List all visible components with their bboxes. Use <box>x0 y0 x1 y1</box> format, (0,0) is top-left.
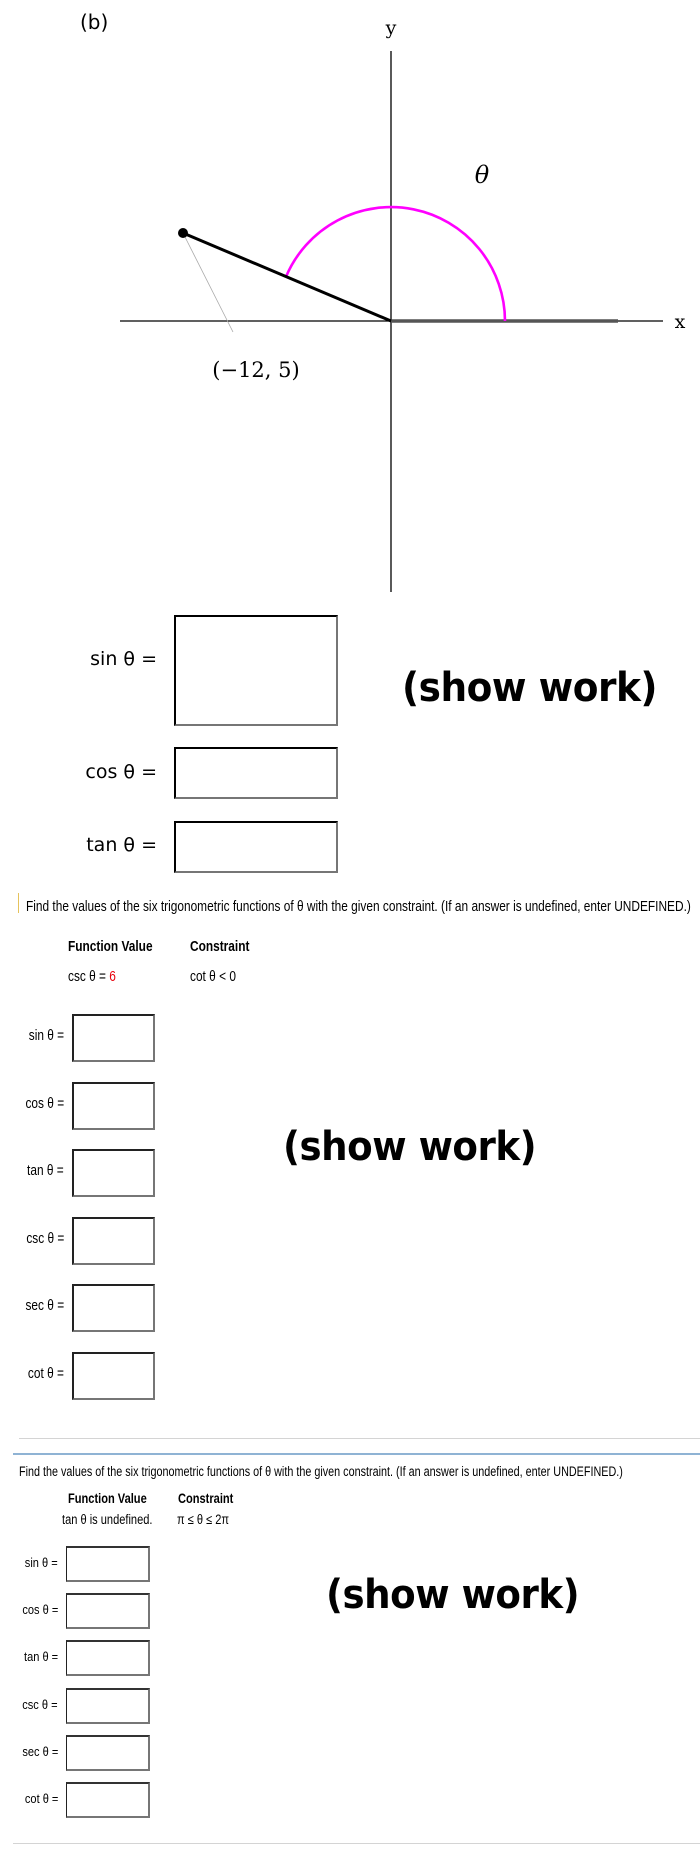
tan-label: tan θ = <box>86 834 157 856</box>
header-function-value: Function Value <box>68 939 153 955</box>
show-work-note: (show work) <box>402 665 658 711</box>
csc-input[interactable] <box>72 1216 155 1265</box>
cos-label: cos θ = <box>25 1095 64 1112</box>
cos-label: cos θ = <box>85 761 157 783</box>
cos-input[interactable] <box>72 1081 155 1130</box>
function-value-number: 6 <box>109 969 116 985</box>
sin-input[interactable] <box>174 615 338 726</box>
problem-instructions: Find the values of the six trigonometric… <box>19 1464 623 1479</box>
x-axis-label: x <box>675 311 686 333</box>
tan-label: tan θ = <box>27 1163 64 1179</box>
question-divider <box>13 1453 700 1455</box>
terminal-point <box>178 228 188 238</box>
sin-label: sin θ = <box>28 1028 64 1044</box>
sec-input[interactable] <box>66 1734 150 1771</box>
csc-label: csc θ = <box>25 1230 64 1247</box>
cot-label: cot θ = <box>27 1365 64 1382</box>
angle-label: θ <box>475 161 490 189</box>
cot-input[interactable] <box>66 1782 150 1818</box>
given-function-value: tan θ is undefined. <box>62 1512 153 1527</box>
given-function-value: csc θ = 6 <box>68 969 116 985</box>
point-leader-line <box>182 232 234 333</box>
csc-input[interactable] <box>66 1687 150 1724</box>
tan-label: tan θ = <box>23 1649 58 1665</box>
bottom-divider <box>13 1843 700 1844</box>
accent-bar <box>18 893 19 913</box>
tan-input[interactable] <box>66 1640 150 1677</box>
show-work-note: (show work) <box>326 1572 580 1618</box>
angle-figure: y x θ (−12, 5) <box>120 17 686 592</box>
cos-input[interactable] <box>174 747 338 799</box>
angle-arc <box>284 205 507 322</box>
given-constraint: π ≤ θ ≤ 2π <box>177 1512 230 1527</box>
header-function-value: Function Value <box>68 1491 147 1506</box>
sec-label: sec θ = <box>22 1743 58 1759</box>
csc-label: csc θ = <box>22 1696 58 1712</box>
terminal-side <box>182 231 392 323</box>
sin-label: sin θ = <box>90 648 157 670</box>
sin-label: sin θ = <box>25 1555 58 1570</box>
y-axis-label: y <box>385 17 397 39</box>
cos-input[interactable] <box>66 1593 150 1630</box>
sec-label: sec θ = <box>25 1298 64 1314</box>
header-constraint: Constraint <box>178 1491 234 1506</box>
tan-input[interactable] <box>174 821 338 873</box>
show-work-note: (show work) <box>283 1124 537 1170</box>
tan-input[interactable] <box>72 1149 155 1197</box>
cot-label: cot θ = <box>24 1791 58 1806</box>
function-value-prefix: csc θ = <box>68 969 110 985</box>
sin-input[interactable] <box>66 1546 150 1582</box>
given-constraint: cot θ < 0 <box>190 969 236 985</box>
header-constraint: Constraint <box>190 939 250 955</box>
point-label: (−12, 5) <box>212 358 299 382</box>
cos-label: cos θ = <box>22 1602 58 1618</box>
sec-input[interactable] <box>72 1284 155 1332</box>
cot-input[interactable] <box>72 1351 155 1400</box>
problem-instructions: Find the values of the six trigonometric… <box>26 899 691 915</box>
sin-input[interactable] <box>72 1014 155 1062</box>
section-divider <box>19 1438 700 1439</box>
